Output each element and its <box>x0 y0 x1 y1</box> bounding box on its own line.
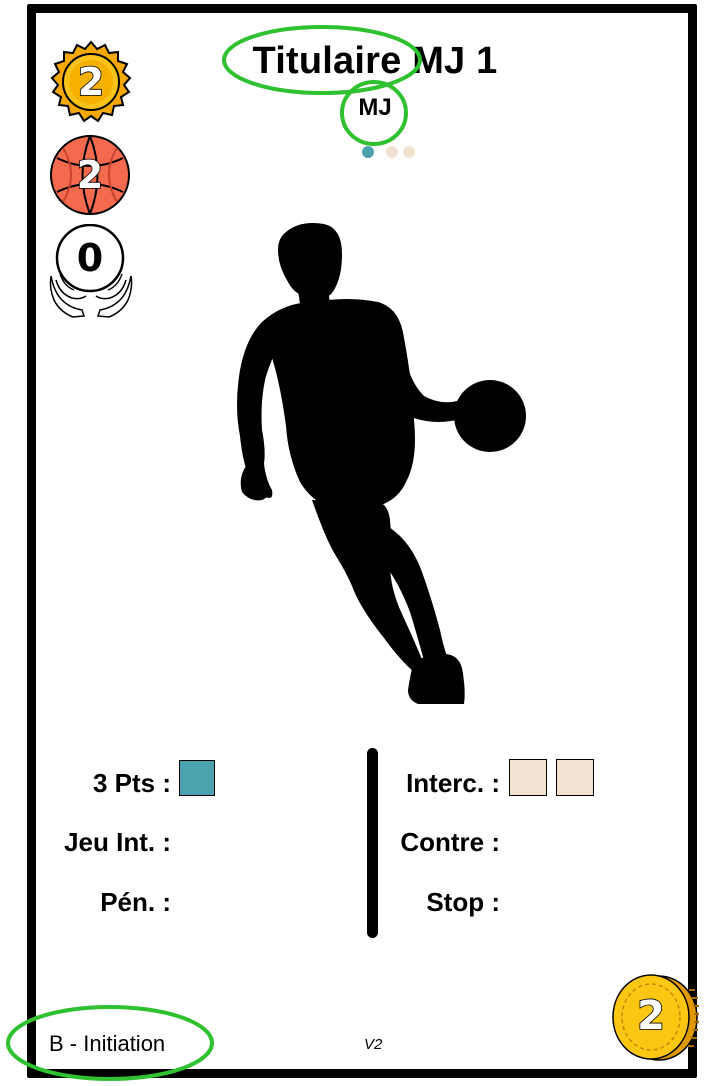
version-label: V2 <box>364 1036 383 1053</box>
level-label: B - Initiation <box>49 1031 166 1056</box>
hands-ball-icon: 0 <box>48 224 134 320</box>
stat-3pts-box <box>179 760 215 796</box>
stat-interc-box-2 <box>556 759 594 796</box>
player-silhouette <box>237 223 526 704</box>
cost-coin-icon: 2 <box>611 972 699 1062</box>
indicator-dot-inactive <box>386 146 398 158</box>
stats-divider <box>367 748 378 938</box>
stat-interc-label: Interc. : <box>406 768 500 798</box>
stat-3pts-label: 3 Pts : <box>92 768 171 798</box>
annotation-circle-position <box>340 80 408 146</box>
indicator-dot-inactive <box>403 146 415 158</box>
stat-stop-label: Stop : <box>426 887 500 917</box>
gold-coin-value: 2 <box>77 60 105 104</box>
basketball-icon: 2 <box>49 134 131 216</box>
indicator-dot-active <box>362 146 374 158</box>
basketball-value: 2 <box>76 153 104 197</box>
stat-interc-box-1 <box>509 759 547 796</box>
hands-value: 0 <box>76 236 104 280</box>
stat-pen-label: Pén. : <box>100 887 171 917</box>
stat-jeu-int-label: Jeu Int. : <box>64 827 171 857</box>
cost-coin-value: 2 <box>636 993 665 1039</box>
stat-contre-label: Contre : <box>400 827 500 857</box>
gold-coin-icon: 2 <box>48 40 134 126</box>
